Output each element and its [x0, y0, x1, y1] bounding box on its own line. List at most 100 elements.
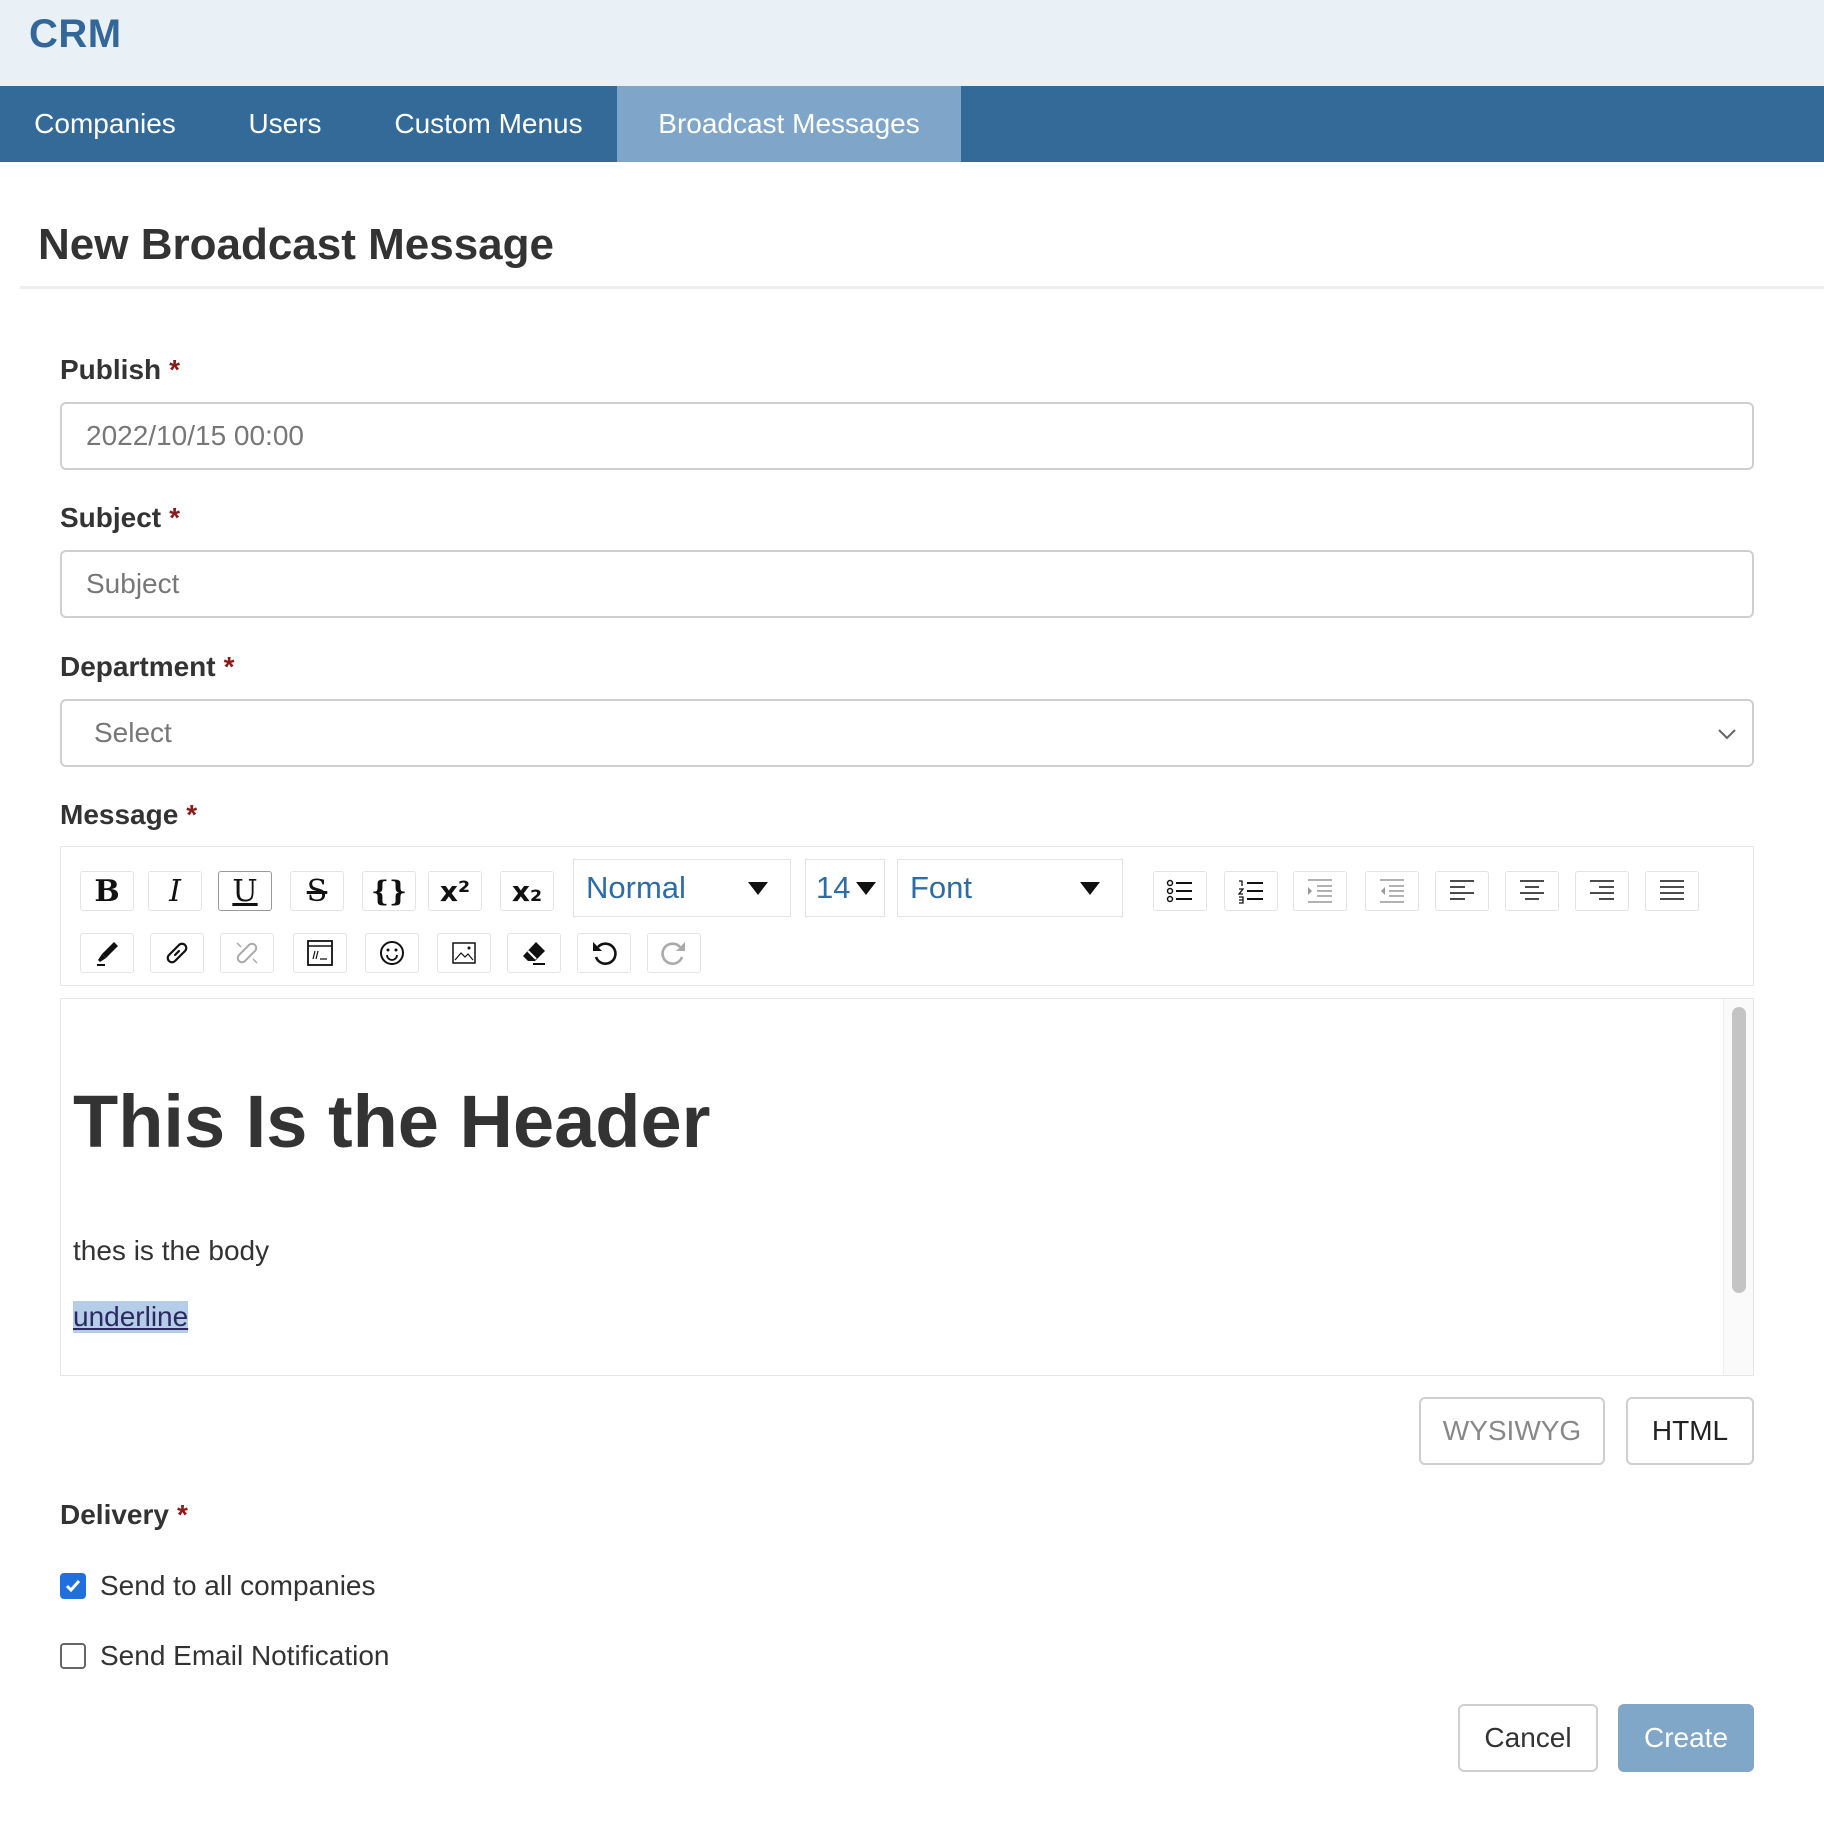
checkmark-icon — [65, 1580, 81, 1593]
department-label-text: Department — [60, 651, 216, 682]
subject-label: Subject * — [60, 502, 180, 534]
wysiwyg-mode-button[interactable]: WYSIWYG — [1419, 1397, 1605, 1465]
strikethrough-button[interactable]: S — [290, 871, 344, 911]
underline-icon: U — [232, 873, 258, 909]
font-size-dropdown[interactable]: 14 — [805, 859, 885, 917]
unlink-icon — [236, 942, 258, 964]
indent-button[interactable] — [1293, 871, 1347, 911]
required-mark: * — [186, 799, 198, 830]
superscript-icon: x² — [439, 874, 471, 908]
editor-scroll-thumb[interactable] — [1732, 1007, 1746, 1293]
italic-icon: I — [169, 873, 181, 909]
message-header-text: This Is the Header — [73, 1080, 711, 1163]
title-divider — [20, 286, 1824, 289]
embed-code-button[interactable] — [293, 933, 347, 973]
html-mode-button[interactable]: HTML — [1626, 1397, 1754, 1465]
image-button[interactable] — [437, 933, 491, 973]
send-email-notification-option: Send Email Notification — [60, 1640, 389, 1672]
numbered-list-icon — [1237, 880, 1263, 904]
required-mark: * — [176, 1499, 188, 1530]
emoji-button[interactable] — [365, 933, 419, 973]
send-to-all-companies-label[interactable]: Send to all companies — [100, 1570, 376, 1602]
chevron-down-icon — [1718, 729, 1736, 740]
undo-icon — [593, 942, 617, 965]
highlighter-icon — [97, 942, 118, 966]
publish-label: Publish * — [60, 354, 180, 386]
clear-format-button[interactable] — [507, 933, 561, 973]
font-size-value: 14 — [816, 870, 851, 905]
department-select[interactable]: Select — [60, 699, 1754, 767]
publish-datetime-input[interactable]: 2022/10/15 00:00 — [60, 402, 1754, 470]
required-mark: * — [169, 354, 181, 385]
send-email-notification-checkbox[interactable] — [60, 1643, 86, 1669]
required-mark: * — [169, 502, 181, 533]
subscript-button[interactable]: x₂ — [500, 871, 554, 911]
editor-scrollbar[interactable] — [1723, 999, 1753, 1375]
link-button[interactable] — [150, 933, 204, 973]
font-family-value: Font — [910, 870, 973, 905]
unlink-button[interactable] — [220, 933, 274, 973]
message-body-text: thes is the body — [73, 1235, 270, 1266]
align-center-button[interactable] — [1505, 871, 1559, 911]
bold-button[interactable]: B — [80, 871, 134, 911]
message-label: Message * — [60, 799, 197, 831]
undo-button[interactable] — [577, 933, 631, 973]
highlight-button[interactable] — [80, 933, 134, 973]
indent-icon — [1308, 879, 1332, 903]
numbered-list-button[interactable] — [1224, 871, 1278, 911]
top-header: CRM — [0, 0, 1824, 86]
caret-down-icon — [748, 882, 768, 895]
message-editor[interactable]: This Is the Header thes is the body unde… — [60, 998, 1754, 1376]
message-label-text: Message — [60, 799, 179, 830]
align-center-icon — [1520, 880, 1544, 900]
send-email-notification-label[interactable]: Send Email Notification — [100, 1640, 389, 1672]
bold-icon: B — [94, 873, 120, 909]
delivery-label-text: Delivery — [60, 1499, 169, 1530]
nav-tab-users[interactable]: Users — [210, 86, 360, 162]
page-title: New Broadcast Message — [38, 220, 554, 269]
message-underline-text: underline — [73, 1301, 189, 1333]
font-family-dropdown[interactable]: Font — [897, 859, 1123, 917]
subject-input[interactable]: Subject — [60, 550, 1754, 618]
align-left-icon — [1450, 880, 1474, 900]
brand-logo[interactable]: CRM — [29, 12, 122, 57]
subject-label-text: Subject — [60, 502, 162, 533]
bullet-list-icon — [1166, 879, 1192, 903]
superscript-button[interactable]: x² — [428, 871, 482, 911]
align-right-icon — [1590, 880, 1614, 900]
editor-toolbar: B I U S {} x² x₂ Normal 14 Font — [60, 846, 1754, 986]
publish-label-text: Publish — [60, 354, 162, 385]
paragraph-style-dropdown[interactable]: Normal — [573, 859, 791, 917]
image-icon — [452, 942, 476, 964]
redo-icon — [661, 942, 685, 965]
embed-code-icon — [307, 940, 333, 966]
required-mark: * — [223, 651, 235, 682]
code-braces-icon: {} — [370, 874, 407, 908]
align-right-button[interactable] — [1575, 871, 1629, 911]
paragraph-style-value: Normal — [586, 870, 686, 905]
nav-tab-companies[interactable]: Companies — [0, 86, 210, 162]
create-button[interactable]: Create — [1618, 1704, 1754, 1772]
subscript-icon: x₂ — [511, 874, 543, 908]
italic-button[interactable]: I — [148, 871, 202, 911]
link-icon — [166, 942, 188, 964]
strikethrough-icon: S — [306, 873, 328, 909]
nav-tab-custom-menus[interactable]: Custom Menus — [360, 86, 617, 162]
caret-down-icon — [856, 882, 876, 895]
align-justify-button[interactable] — [1645, 871, 1699, 911]
send-to-all-companies-checkbox[interactable] — [60, 1573, 86, 1599]
underline-button[interactable]: U — [218, 871, 272, 911]
code-button[interactable]: {} — [362, 871, 416, 911]
redo-button[interactable] — [647, 933, 701, 973]
nav-tab-broadcast-messages[interactable]: Broadcast Messages — [617, 86, 961, 162]
department-selected-value: Select — [94, 717, 172, 748]
cancel-button[interactable]: Cancel — [1458, 1704, 1598, 1772]
department-label: Department * — [60, 651, 235, 683]
caret-down-icon — [1080, 882, 1100, 895]
main-nav: Companies Users Custom Menus Broadcast M… — [0, 86, 1824, 162]
outdent-button[interactable] — [1365, 871, 1419, 911]
bullet-list-button[interactable] — [1153, 871, 1207, 911]
align-justify-icon — [1660, 880, 1684, 900]
align-left-button[interactable] — [1435, 871, 1489, 911]
emoji-icon — [380, 941, 404, 965]
